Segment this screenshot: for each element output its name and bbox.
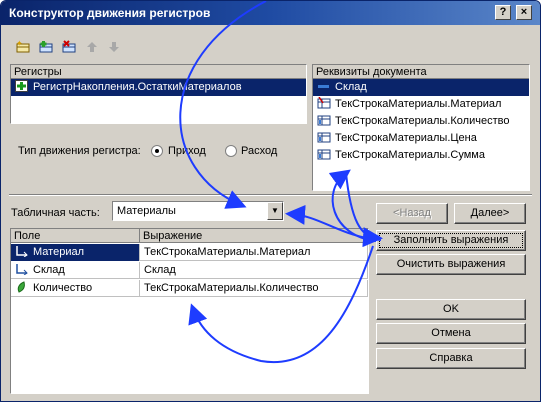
fields-grid: Поле Выражение Материал ТекСтрокаМатериа… bbox=[10, 228, 369, 394]
attribute-item[interactable]: ТекСтрокаМатериалы.Цена bbox=[313, 130, 529, 147]
attribute-item[interactable]: ТекСтрокаМатериалы.Материал bbox=[313, 96, 529, 113]
add-row-icon[interactable] bbox=[37, 40, 55, 56]
svg-text:✦: ✦ bbox=[16, 40, 23, 48]
attribute-icon bbox=[317, 80, 331, 92]
field-cell[interactable]: Склад bbox=[11, 262, 140, 279]
register-item[interactable]: РегистрНакопления.ОстаткиМатериалов bbox=[11, 79, 306, 96]
close-button[interactable]: × bbox=[516, 5, 532, 20]
column-header-field[interactable]: Поле bbox=[11, 229, 140, 243]
registers-header: Регистры bbox=[11, 65, 306, 79]
help-button[interactable]: Справка bbox=[376, 348, 526, 369]
tabular-part-select[interactable]: Материалы ▼ bbox=[112, 201, 284, 221]
separator bbox=[9, 194, 532, 196]
constructor-window: Конструктор движения регистров ? × ✦ Рег… bbox=[0, 0, 541, 402]
back-button[interactable]: <Назад bbox=[376, 203, 448, 224]
help-title-button[interactable]: ? bbox=[495, 5, 511, 20]
tabular-part-value: Материалы bbox=[117, 205, 176, 217]
expression-cell[interactable]: Склад bbox=[140, 262, 368, 279]
title-bar[interactable]: Конструктор движения регистров ? × bbox=[1, 1, 540, 25]
table-attribute-icon bbox=[317, 96, 331, 109]
add-register-icon[interactable]: ✦ bbox=[14, 39, 32, 56]
dimension-icon bbox=[15, 245, 29, 258]
field-cell[interactable]: Материал bbox=[11, 244, 140, 261]
move-down-icon[interactable] bbox=[105, 40, 123, 56]
register-item-label: РегистрНакопления.ОстаткиМатериалов bbox=[33, 81, 242, 93]
attribute-item[interactable]: ТекСтрокаМатериалы.Сумма bbox=[313, 147, 529, 164]
table-attribute-icon bbox=[317, 131, 331, 143]
attribute-item-label: Склад bbox=[335, 81, 367, 93]
table-row[interactable]: Материал ТекСтрокаМатериалы.Материал bbox=[11, 244, 368, 261]
table-row[interactable]: Количество ТекСтрокаМатериалы.Количество bbox=[11, 280, 368, 297]
attribute-item[interactable]: ТекСтрокаМатериалы.Количество bbox=[313, 113, 529, 130]
attribute-item-label: ТекСтрокаМатериалы.Сумма bbox=[335, 149, 485, 161]
cancel-button[interactable]: Отмена bbox=[376, 323, 526, 344]
chevron-down-icon[interactable]: ▼ bbox=[267, 202, 283, 220]
accumulation-register-icon bbox=[15, 80, 29, 93]
next-button[interactable]: Далее> bbox=[454, 203, 526, 224]
field-cell-text: Склад bbox=[33, 264, 65, 276]
attribute-item-label: ТекСтрокаМатериалы.Количество bbox=[335, 115, 510, 127]
doc-attributes-list: Реквизиты документа Склад ТекСтрокаМатер… bbox=[312, 64, 530, 191]
move-up-icon[interactable] bbox=[83, 40, 101, 56]
table-attribute-icon bbox=[317, 114, 331, 126]
field-cell-text: Количество bbox=[33, 282, 93, 294]
clear-expressions-button[interactable]: Очистить выражения bbox=[376, 254, 526, 275]
delete-icon[interactable] bbox=[60, 40, 78, 56]
movement-type-label: Тип движения регистра: bbox=[18, 145, 141, 157]
field-cell[interactable]: Количество bbox=[11, 280, 140, 297]
expense-radio-label[interactable]: Расход bbox=[241, 145, 277, 157]
registers-list: Регистры РегистрНакопления.ОстаткиМатери… bbox=[10, 64, 307, 124]
attribute-item-label: ТекСтрокаМатериалы.Цена bbox=[335, 132, 477, 144]
doc-attributes-header: Реквизиты документа bbox=[313, 65, 529, 79]
income-radio-label[interactable]: Приход bbox=[168, 145, 206, 157]
table-attribute-icon bbox=[317, 148, 331, 160]
fill-expressions-button[interactable]: Заполнить выражения bbox=[376, 230, 526, 251]
window-title: Конструктор движения регистров bbox=[9, 6, 211, 20]
table-row[interactable]: Склад Склад bbox=[11, 262, 368, 279]
resource-icon bbox=[15, 281, 29, 293]
ok-button[interactable]: OK bbox=[376, 299, 526, 320]
tabular-part-label: Табличная часть: bbox=[11, 207, 100, 219]
expense-radio[interactable] bbox=[225, 145, 237, 157]
expression-cell[interactable]: ТекСтрокаМатериалы.Материал bbox=[140, 244, 368, 261]
attribute-item[interactable]: Склад bbox=[313, 79, 529, 96]
column-header-expression[interactable]: Выражение bbox=[140, 229, 368, 243]
expression-cell[interactable]: ТекСтрокаМатериалы.Количество bbox=[140, 280, 368, 297]
field-cell-text: Материал bbox=[33, 246, 84, 258]
attribute-item-label: ТекСтрокаМатериалы.Материал bbox=[335, 98, 502, 110]
income-radio[interactable] bbox=[151, 145, 163, 157]
dimension-icon bbox=[15, 263, 29, 276]
